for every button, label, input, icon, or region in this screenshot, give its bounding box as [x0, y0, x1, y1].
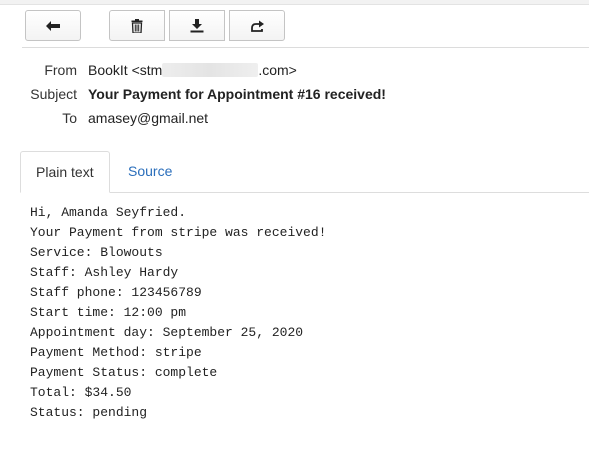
from-value-suffix: .com> — [258, 62, 297, 78]
body-line: Payment Status: complete — [30, 365, 218, 380]
download-button[interactable] — [169, 10, 225, 41]
body-line: Start time: 12:00 pm — [30, 305, 187, 320]
share-icon — [250, 19, 265, 33]
tab-source[interactable]: Source — [113, 151, 187, 192]
to-value: amasey@gmail.net — [88, 110, 209, 126]
body-line: Status: pending — [30, 405, 148, 420]
to-label: To — [62, 110, 77, 126]
body-line: Your Payment from stripe was received! — [30, 225, 327, 240]
tab-plain-text[interactable]: Plain text — [20, 151, 110, 193]
body-line: Staff phone: 123456789 — [30, 285, 202, 300]
redacted-email — [162, 63, 259, 77]
body-line: Staff: Ashley Hardy — [30, 265, 179, 280]
message-body: Hi, Amanda Seyfried. Your Payment from s… — [30, 203, 570, 423]
download-icon — [190, 18, 204, 33]
view-tabs: Plain text Source — [20, 151, 589, 193]
subject-value: Your Payment for Appointment #16 receive… — [88, 86, 386, 102]
back-button[interactable] — [25, 10, 81, 41]
from-value: BookIt <stm .com> — [88, 60, 297, 80]
body-line: Total: $34.50 — [30, 385, 132, 400]
body-line: Payment Method: stripe — [30, 345, 202, 360]
body-line: Appointment day: September 25, 2020 — [30, 325, 304, 340]
from-value-prefix: BookIt <stm — [88, 62, 163, 78]
top-bar — [0, 0, 589, 5]
forward-button[interactable] — [229, 10, 285, 41]
from-label: From — [44, 62, 77, 78]
back-arrow-icon — [45, 20, 61, 32]
body-line: Hi, Amanda Seyfried. — [30, 205, 187, 220]
toolbar-divider — [22, 47, 589, 48]
subject-label: Subject — [30, 86, 77, 102]
delete-button[interactable] — [109, 10, 165, 41]
trash-icon — [131, 18, 143, 33]
body-line: Service: Blowouts — [30, 245, 163, 260]
